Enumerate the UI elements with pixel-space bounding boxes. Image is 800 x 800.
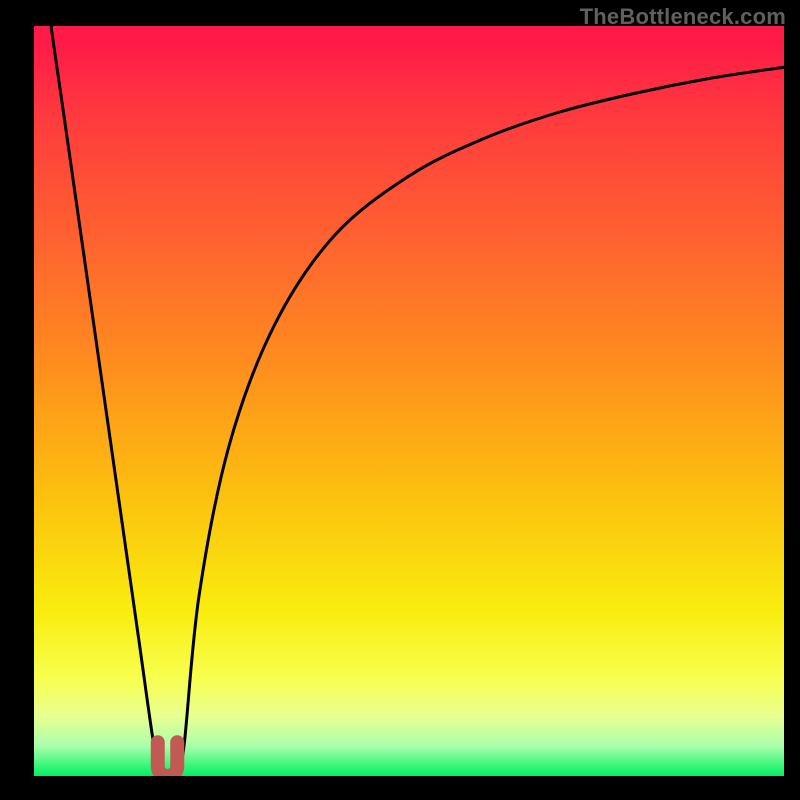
plot-area (34, 26, 784, 776)
minimum-marker (34, 26, 784, 776)
chart-frame: TheBottleneck.com (0, 0, 800, 800)
watermark-text: TheBottleneck.com (580, 4, 786, 30)
